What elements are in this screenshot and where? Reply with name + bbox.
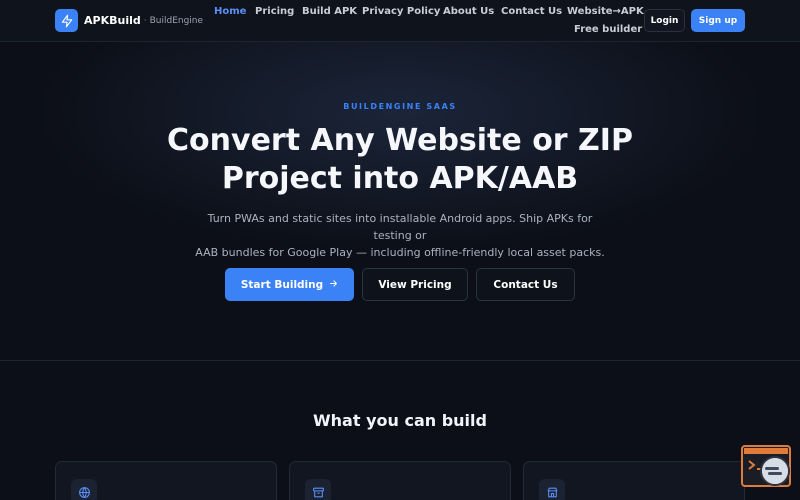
- feature-card-zip[interactable]: [289, 461, 511, 500]
- brand-subtitle: BuildEngine: [149, 15, 204, 26]
- features-title: What you can build: [313, 411, 487, 430]
- arrow-right-icon: [329, 279, 338, 291]
- assistant-avatar[interactable]: [760, 456, 790, 486]
- nav-privacy-policy[interactable]: Privacy Policy: [362, 6, 440, 17]
- feature-card-store[interactable]: [523, 461, 745, 500]
- nav-website-to-apk[interactable]: Website→APK: [567, 6, 644, 17]
- nav-contact-us[interactable]: Contact Us: [501, 6, 562, 17]
- nav-build-apk[interactable]: Build APK: [302, 6, 357, 17]
- nav-about-us[interactable]: About Us: [443, 6, 494, 17]
- hero-title-line-1: Convert Any Website or ZIP: [167, 123, 633, 158]
- signup-button[interactable]: Sign up: [691, 9, 745, 32]
- login-button[interactable]: Login: [644, 9, 685, 32]
- hero-title-line-2: Project into APK/AAB: [221, 161, 579, 196]
- start-building-label: Start Building: [240, 278, 324, 291]
- store-icon: [539, 479, 565, 500]
- nav-free-builder[interactable]: Free builder: [574, 24, 642, 35]
- hero-description-line-1: Turn PWAs and static sites into installa…: [207, 212, 593, 242]
- hero-description: Turn PWAs and static sites into installa…: [190, 210, 610, 261]
- hero-section: BUILDENGINE SAAS Convert Any Website or …: [0, 42, 800, 361]
- hero-description-line-2: AAB bundles for Google Play — including …: [195, 246, 605, 259]
- archive-box-icon: [305, 479, 331, 500]
- hero-eyebrow: BUILDENGINE SAAS: [343, 102, 457, 111]
- nav-home[interactable]: Home: [214, 6, 246, 17]
- brand-name: APKBuild: [84, 14, 141, 27]
- site-header: APKBuild · BuildEngine Home Pricing Buil…: [0, 0, 800, 42]
- start-building-button[interactable]: Start Building: [225, 268, 354, 301]
- brand[interactable]: APKBuild · BuildEngine: [55, 9, 203, 32]
- lightning-bolt-icon: [55, 9, 78, 32]
- view-pricing-button[interactable]: View Pricing: [362, 268, 468, 301]
- hero-title: Convert Any Website or ZIP Project into …: [100, 122, 700, 198]
- chat-assistant-icon: [762, 458, 788, 484]
- globe-icon: [71, 479, 97, 500]
- feature-card-website[interactable]: [55, 461, 277, 500]
- brand-separator: ·: [143, 15, 147, 26]
- nav-pricing[interactable]: Pricing: [255, 6, 294, 17]
- contact-us-button[interactable]: Contact Us: [476, 268, 575, 301]
